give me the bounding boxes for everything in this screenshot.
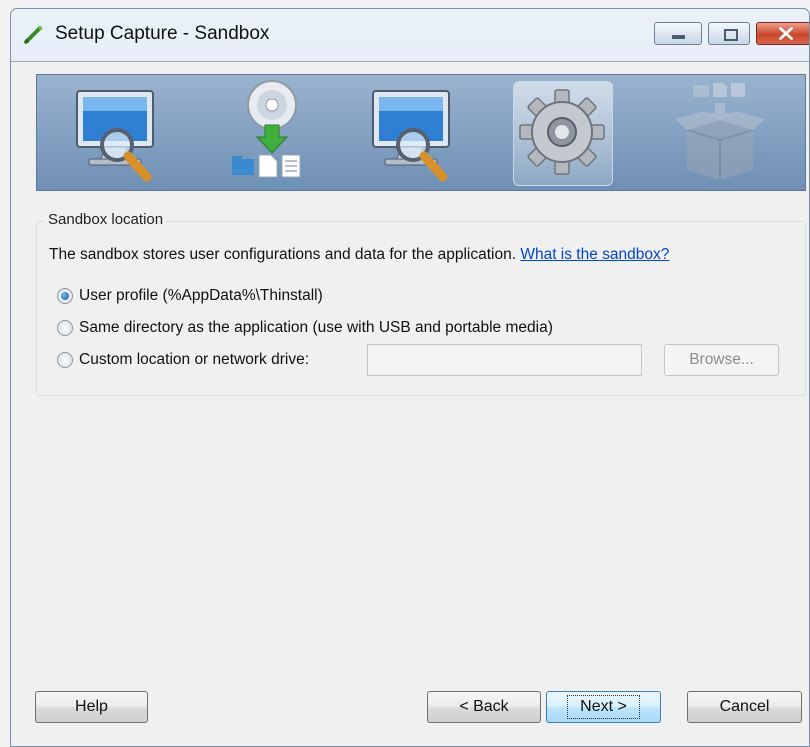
- maximize-icon: [724, 29, 738, 41]
- minimize-icon: [672, 35, 685, 39]
- radio-label-user-profile: User profile (%AppData%\Thinstall): [79, 287, 323, 304]
- close-button[interactable]: [756, 22, 809, 45]
- sandbox-description: The sandbox stores user configurations a…: [49, 246, 517, 263]
- gear-icon: [519, 89, 605, 175]
- setup-capture-window: Setup Capture - Sandbox Sandbox location…: [10, 8, 810, 747]
- custom-location-input[interactable]: [367, 344, 642, 376]
- radio-custom-location[interactable]: Custom location or network drive:: [57, 351, 309, 369]
- cancel-button[interactable]: Cancel: [687, 691, 802, 723]
- cd-download-icon: [232, 80, 301, 178]
- step-settings: [507, 75, 617, 190]
- radio-label-custom-location: Custom location or network drive:: [79, 351, 310, 368]
- what-is-sandbox-link[interactable]: What is the sandbox?: [520, 246, 669, 263]
- app-icon: [24, 25, 43, 44]
- next-button-label: Next >: [567, 695, 640, 719]
- radio-button-checked[interactable]: [57, 288, 73, 304]
- close-icon: [779, 27, 793, 40]
- maximize-button[interactable]: [708, 22, 750, 45]
- minimize-button[interactable]: [654, 22, 702, 45]
- back-button[interactable]: < Back: [427, 691, 541, 723]
- help-button[interactable]: Help: [35, 691, 148, 723]
- browse-button[interactable]: Browse...: [664, 344, 779, 376]
- wizard-steps-banner: [36, 74, 806, 191]
- sandbox-location-legend: Sandbox location: [45, 211, 167, 228]
- radio-same-directory[interactable]: Same directory as the application (use w…: [57, 319, 553, 337]
- window-title: Setup Capture - Sandbox: [55, 23, 270, 44]
- step-install: [217, 75, 327, 190]
- step-pre-scan: [59, 75, 169, 190]
- step-build: [665, 75, 775, 190]
- radio-button[interactable]: [57, 320, 73, 336]
- monitor-magnifier-icon: [76, 90, 154, 182]
- client-area: Sandbox location The sandbox stores user…: [11, 61, 809, 746]
- next-button[interactable]: Next >: [546, 691, 661, 723]
- sandbox-description-line: The sandbox stores user configurations a…: [49, 246, 669, 264]
- monitor-magnifier-icon: [372, 90, 450, 182]
- radio-label-same-directory: Same directory as the application (use w…: [79, 319, 553, 336]
- radio-button[interactable]: [57, 352, 73, 368]
- sandbox-location-group: Sandbox location The sandbox stores user…: [36, 211, 806, 396]
- radio-user-profile[interactable]: User profile (%AppData%\Thinstall): [57, 287, 323, 305]
- step-post-scan: [355, 75, 465, 190]
- box-icon: [675, 83, 765, 180]
- title-bar[interactable]: Setup Capture - Sandbox: [11, 9, 809, 61]
